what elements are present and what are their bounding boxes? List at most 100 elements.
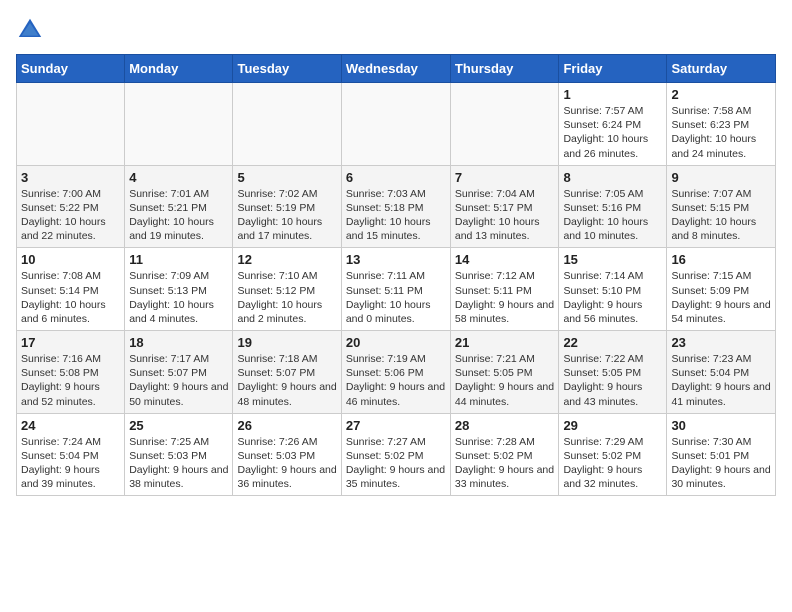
day-info: Sunrise: 7:27 AM Sunset: 5:02 PM Dayligh… bbox=[346, 435, 446, 492]
calendar-cell: 19 Sunrise: 7:18 AM Sunset: 5:07 PM Dayli… bbox=[233, 331, 341, 414]
calendar-week-3: 10 Sunrise: 7:08 AM Sunset: 5:14 PM Dayli… bbox=[17, 248, 776, 331]
day-header-saturday: Saturday bbox=[667, 55, 776, 83]
day-info: Sunrise: 7:09 AM Sunset: 5:13 PM Dayligh… bbox=[129, 269, 228, 326]
day-info: Sunrise: 7:05 AM Sunset: 5:16 PM Dayligh… bbox=[563, 187, 662, 244]
day-header-friday: Friday bbox=[559, 55, 667, 83]
day-number: 15 bbox=[563, 252, 662, 267]
calendar-cell: 2 Sunrise: 7:58 AM Sunset: 6:23 PM Daylig… bbox=[667, 83, 776, 166]
calendar-week-4: 17Sunrise: 7:16 AM Sunset: 5:08 PM Dayli… bbox=[17, 331, 776, 414]
day-header-tuesday: Tuesday bbox=[233, 55, 341, 83]
day-info: Sunrise: 7:18 AM Sunset: 5:07 PM Dayligh… bbox=[237, 352, 336, 409]
day-info: Sunrise: 7:00 AM Sunset: 5:22 PM Dayligh… bbox=[21, 187, 120, 244]
calendar-cell bbox=[233, 83, 341, 166]
day-info: Sunrise: 7:17 AM Sunset: 5:07 PM Dayligh… bbox=[129, 352, 228, 409]
day-info: Sunrise: 7:24 AM Sunset: 5:04 PM Dayligh… bbox=[21, 435, 120, 492]
calendar-cell: 15 Sunrise: 7:14 AM Sunset: 5:10 PM Dayli… bbox=[559, 248, 667, 331]
calendar-cell: 28 Sunrise: 7:28 AM Sunset: 5:02 PM Dayli… bbox=[450, 413, 559, 496]
day-info: Sunrise: 7:30 AM Sunset: 5:01 PM Dayligh… bbox=[671, 435, 771, 492]
day-header-thursday: Thursday bbox=[450, 55, 559, 83]
calendar-cell: 14 Sunrise: 7:12 AM Sunset: 5:11 PM Dayli… bbox=[450, 248, 559, 331]
day-number: 1 bbox=[563, 87, 662, 102]
day-number: 24 bbox=[21, 418, 120, 433]
day-info: Sunrise: 7:28 AM Sunset: 5:02 PM Dayligh… bbox=[455, 435, 555, 492]
calendar-week-2: 3Sunrise: 7:00 AM Sunset: 5:22 PM Daylig… bbox=[17, 165, 776, 248]
day-info: Sunrise: 7:04 AM Sunset: 5:17 PM Dayligh… bbox=[455, 187, 555, 244]
calendar-cell: 21 Sunrise: 7:21 AM Sunset: 5:05 PM Dayli… bbox=[450, 331, 559, 414]
day-info: Sunrise: 7:15 AM Sunset: 5:09 PM Dayligh… bbox=[671, 269, 771, 326]
calendar-cell: 6Sunrise: 7:03 AM Sunset: 5:18 PM Daylig… bbox=[341, 165, 450, 248]
day-number: 14 bbox=[455, 252, 555, 267]
day-header-wednesday: Wednesday bbox=[341, 55, 450, 83]
day-info: Sunrise: 7:03 AM Sunset: 5:18 PM Dayligh… bbox=[346, 187, 446, 244]
calendar-cell: 20Sunrise: 7:19 AM Sunset: 5:06 PM Dayli… bbox=[341, 331, 450, 414]
day-number: 19 bbox=[237, 335, 336, 350]
calendar-cell: 18 Sunrise: 7:17 AM Sunset: 5:07 PM Dayli… bbox=[125, 331, 233, 414]
day-number: 18 bbox=[129, 335, 228, 350]
calendar-cell: 30 Sunrise: 7:30 AM Sunset: 5:01 PM Dayli… bbox=[667, 413, 776, 496]
calendar-week-5: 24 Sunrise: 7:24 AM Sunset: 5:04 PM Dayli… bbox=[17, 413, 776, 496]
calendar-cell bbox=[125, 83, 233, 166]
day-info: Sunrise: 7:23 AM Sunset: 5:04 PM Dayligh… bbox=[671, 352, 771, 409]
day-number: 30 bbox=[671, 418, 771, 433]
day-number: 5 bbox=[237, 170, 336, 185]
day-number: 4 bbox=[129, 170, 228, 185]
calendar-body: 1 Sunrise: 7:57 AM Sunset: 6:24 PM Daylig… bbox=[17, 83, 776, 496]
calendar-cell: 17Sunrise: 7:16 AM Sunset: 5:08 PM Dayli… bbox=[17, 331, 125, 414]
calendar-cell: 16 Sunrise: 7:15 AM Sunset: 5:09 PM Dayli… bbox=[667, 248, 776, 331]
day-info: Sunrise: 7:29 AM Sunset: 5:02 PM Dayligh… bbox=[563, 435, 662, 492]
day-number: 21 bbox=[455, 335, 555, 350]
day-info: Sunrise: 7:02 AM Sunset: 5:19 PM Dayligh… bbox=[237, 187, 336, 244]
calendar-cell: 26 Sunrise: 7:26 AM Sunset: 5:03 PM Dayli… bbox=[233, 413, 341, 496]
calendar-cell: 13 Sunrise: 7:11 AM Sunset: 5:11 PM Dayli… bbox=[341, 248, 450, 331]
calendar-cell: 3Sunrise: 7:00 AM Sunset: 5:22 PM Daylig… bbox=[17, 165, 125, 248]
day-info: Sunrise: 7:01 AM Sunset: 5:21 PM Dayligh… bbox=[129, 187, 228, 244]
day-number: 29 bbox=[563, 418, 662, 433]
calendar-cell: 1 Sunrise: 7:57 AM Sunset: 6:24 PM Daylig… bbox=[559, 83, 667, 166]
day-number: 16 bbox=[671, 252, 771, 267]
day-info: Sunrise: 7:57 AM Sunset: 6:24 PM Dayligh… bbox=[563, 104, 662, 161]
logo-icon bbox=[16, 16, 44, 44]
calendar-table: SundayMondayTuesdayWednesdayThursdayFrid… bbox=[16, 54, 776, 496]
day-number: 27 bbox=[346, 418, 446, 433]
day-info: Sunrise: 7:26 AM Sunset: 5:03 PM Dayligh… bbox=[237, 435, 336, 492]
calendar-cell: 5 Sunrise: 7:02 AM Sunset: 5:19 PM Daylig… bbox=[233, 165, 341, 248]
day-header-monday: Monday bbox=[125, 55, 233, 83]
day-number: 26 bbox=[237, 418, 336, 433]
calendar-cell bbox=[17, 83, 125, 166]
day-number: 11 bbox=[129, 252, 228, 267]
day-number: 10 bbox=[21, 252, 120, 267]
logo bbox=[16, 16, 48, 44]
day-info: Sunrise: 7:07 AM Sunset: 5:15 PM Dayligh… bbox=[671, 187, 771, 244]
calendar-cell: 29 Sunrise: 7:29 AM Sunset: 5:02 PM Dayli… bbox=[559, 413, 667, 496]
day-number: 28 bbox=[455, 418, 555, 433]
calendar-cell: 24 Sunrise: 7:24 AM Sunset: 5:04 PM Dayli… bbox=[17, 413, 125, 496]
day-number: 9 bbox=[671, 170, 771, 185]
day-info: Sunrise: 7:58 AM Sunset: 6:23 PM Dayligh… bbox=[671, 104, 771, 161]
calendar-header: SundayMondayTuesdayWednesdayThursdayFrid… bbox=[17, 55, 776, 83]
calendar-cell: 4 Sunrise: 7:01 AM Sunset: 5:21 PM Daylig… bbox=[125, 165, 233, 248]
calendar-cell: 11 Sunrise: 7:09 AM Sunset: 5:13 PM Dayli… bbox=[125, 248, 233, 331]
calendar-cell: 10 Sunrise: 7:08 AM Sunset: 5:14 PM Dayli… bbox=[17, 248, 125, 331]
day-info: Sunrise: 7:12 AM Sunset: 5:11 PM Dayligh… bbox=[455, 269, 555, 326]
day-number: 7 bbox=[455, 170, 555, 185]
day-number: 12 bbox=[237, 252, 336, 267]
calendar-cell: 9 Sunrise: 7:07 AM Sunset: 5:15 PM Daylig… bbox=[667, 165, 776, 248]
calendar-cell bbox=[341, 83, 450, 166]
calendar-cell: 7 Sunrise: 7:04 AM Sunset: 5:17 PM Daylig… bbox=[450, 165, 559, 248]
day-info: Sunrise: 7:11 AM Sunset: 5:11 PM Dayligh… bbox=[346, 269, 446, 326]
day-info: Sunrise: 7:16 AM Sunset: 5:08 PM Dayligh… bbox=[21, 352, 120, 409]
calendar-cell bbox=[450, 83, 559, 166]
calendar-cell: 22Sunrise: 7:22 AM Sunset: 5:05 PM Dayli… bbox=[559, 331, 667, 414]
calendar-cell: 12 Sunrise: 7:10 AM Sunset: 5:12 PM Dayli… bbox=[233, 248, 341, 331]
day-number: 13 bbox=[346, 252, 446, 267]
day-info: Sunrise: 7:10 AM Sunset: 5:12 PM Dayligh… bbox=[237, 269, 336, 326]
page-header bbox=[16, 16, 776, 44]
day-number: 8 bbox=[563, 170, 662, 185]
day-info: Sunrise: 7:08 AM Sunset: 5:14 PM Dayligh… bbox=[21, 269, 120, 326]
day-info: Sunrise: 7:22 AM Sunset: 5:05 PM Dayligh… bbox=[563, 352, 662, 409]
calendar-cell: 23Sunrise: 7:23 AM Sunset: 5:04 PM Dayli… bbox=[667, 331, 776, 414]
calendar-cell: 25Sunrise: 7:25 AM Sunset: 5:03 PM Dayli… bbox=[125, 413, 233, 496]
day-info: Sunrise: 7:21 AM Sunset: 5:05 PM Dayligh… bbox=[455, 352, 555, 409]
day-number: 2 bbox=[671, 87, 771, 102]
day-info: Sunrise: 7:14 AM Sunset: 5:10 PM Dayligh… bbox=[563, 269, 662, 326]
